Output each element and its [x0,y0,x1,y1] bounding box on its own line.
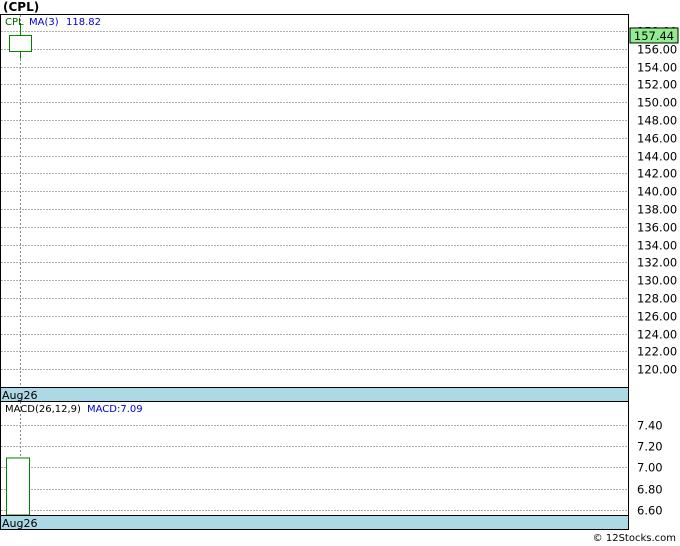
macd-bar[interactable] [6,457,30,516]
legend-ma-label: MA(3) [29,17,59,28]
price-tick-label: 152.00 [637,78,677,92]
price-tick-label: 134.00 [637,239,677,253]
price-date-label: Aug26 [2,389,37,402]
price-tick-label: 148.00 [637,114,677,128]
price-panel-frame [0,14,629,402]
price-tick-label: 144.00 [637,150,677,164]
price-tick-label: 132.00 [637,256,677,270]
last-price-tag-text: 157.44 [634,29,674,43]
candle-body[interactable] [9,34,32,52]
macd-date-bar [0,515,629,530]
price-panel: 120.00 122.00 124.00 126.00 128.00 130.00 132.… [0,14,679,402]
legend-macd-value: MACD:7.09 [87,404,143,415]
price-tick-label: 142.00 [637,167,677,181]
macd-tick-label: 6.60 [637,504,663,518]
macd-axis: 6.60 6.80 7.00 7.20 7.40 [637,419,663,518]
price-tick-label: 124.00 [637,328,677,342]
macd-panel: 6.60 6.80 7.00 7.20 7.40 MACD(26,12,9) MACD:… [0,401,663,530]
price-tick-label: 150.00 [637,96,677,110]
price-tick-label: 126.00 [637,310,677,324]
stock-chart: 120.00 122.00 124.00 126.00 128.00 130.00 132.… [0,14,679,530]
price-tick-label: 146.00 [637,132,677,146]
price-tick-label: 120.00 [637,363,677,377]
macd-tick-label: 7.00 [637,461,663,475]
price-tick-label: 136.00 [637,221,677,235]
price-tick-label: 122.00 [637,345,677,359]
macd-date-label: Aug26 [2,517,37,530]
price-axis: 120.00 122.00 124.00 126.00 128.00 130.00 132.… [637,25,677,377]
price-tick-label: 156.00 [637,43,677,57]
price-tick-label: 154.00 [637,61,677,75]
legend-symbol: CPL [5,17,24,28]
price-tick-label: 130.00 [637,274,677,288]
price-tick-label: 128.00 [637,292,677,306]
macd-tick-label: 7.40 [637,419,663,433]
macd-tick-label: 6.80 [637,483,663,497]
price-tick-label: 138.00 [637,203,677,217]
price-date-bar [0,387,629,402]
site-credit: © 12Stocks.com [592,533,676,544]
legend-macd-indicator: MACD(26,12,9) [5,404,81,415]
last-price-tag: 157.44 [629,27,679,44]
legend-ma-value: 118.82 [66,17,101,28]
macd-tick-label: 7.20 [637,440,663,454]
price-tick-label: 140.00 [637,185,677,199]
